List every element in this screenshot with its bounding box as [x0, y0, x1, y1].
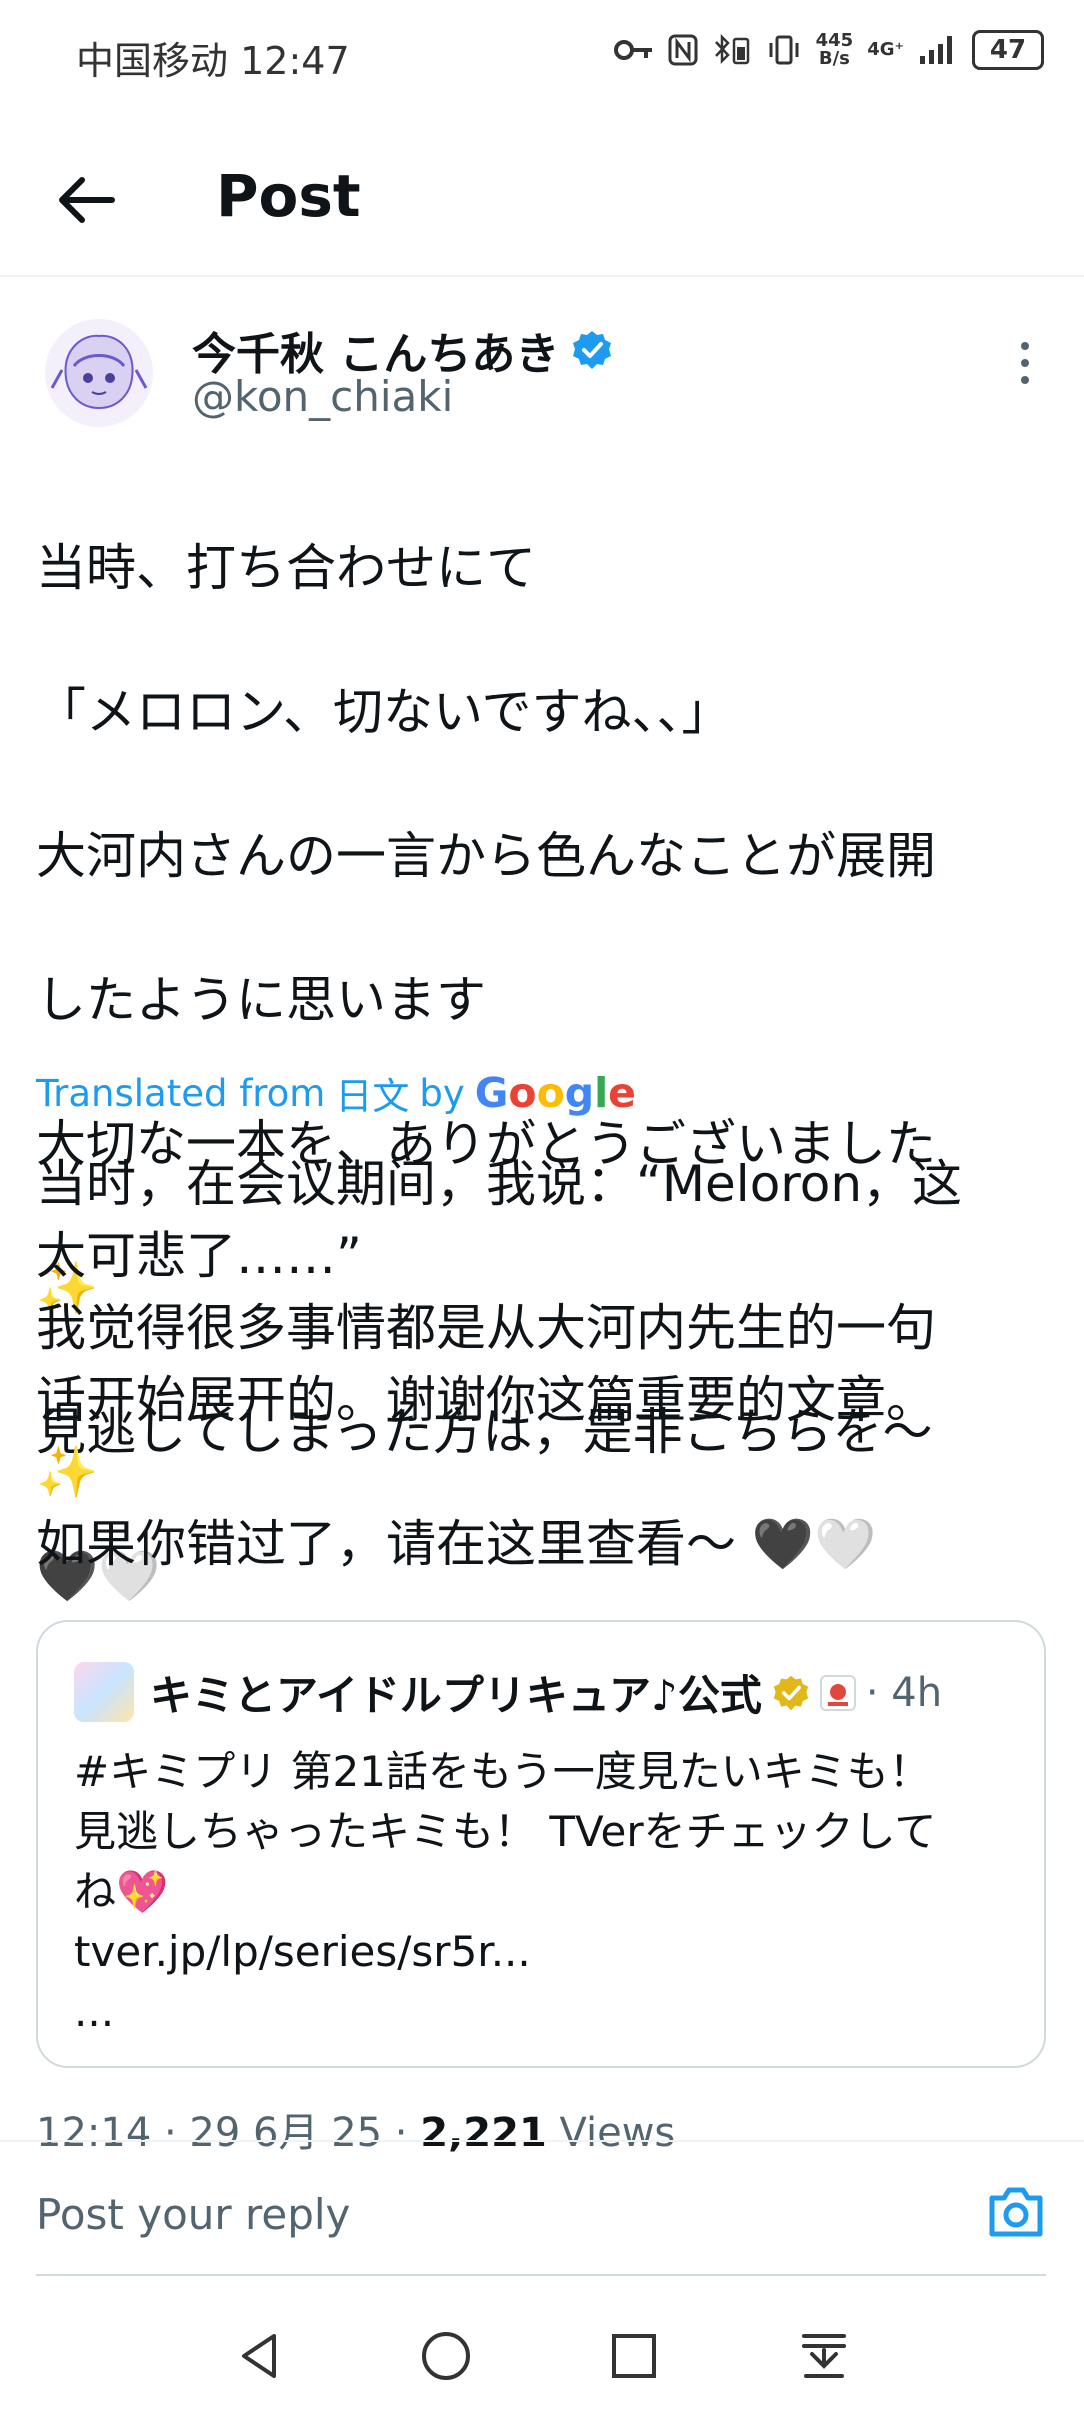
google-logo: Google: [474, 1069, 636, 1117]
quoted-author-name: キミとアイドルプリキュア♪公式: [150, 1671, 762, 1720]
verified-badge-icon: [573, 331, 612, 369]
reply-composer[interactable]: Post your reply: [36, 2150, 1046, 2276]
translation-line: 我觉得很多事情都是从大河内先生的一句: [36, 1299, 936, 1357]
affiliate-logo-icon: [819, 1674, 856, 1711]
more-vertical-icon[interactable]: [1010, 338, 1040, 388]
translation-body: 当时，在会议期间，我说：“Meloron，这 太可悲了……” 我觉得很多事情都是…: [36, 1148, 1046, 1580]
net-speed: 445 B/s: [816, 32, 854, 68]
quoted-post-body: #キミプリ 第21話をもう一度見たいキミも！ 見逃しちゃったキミも！ TVerを…: [74, 1742, 1014, 2042]
translation-line: 话开始展开的。谢谢你这篇重要的文章。: [36, 1371, 936, 1429]
translation-line: 太可悲了……”: [36, 1227, 362, 1285]
back-arrow-icon[interactable]: [52, 170, 122, 230]
page-title: Post: [216, 162, 361, 230]
nfc-icon: [668, 34, 698, 66]
network-type: 4G⁺: [867, 41, 904, 59]
translated-from-text: Translated from: [36, 1071, 326, 1115]
gold-verified-badge-icon: [773, 1675, 809, 1710]
vibrate-icon: [769, 35, 799, 65]
translation-line: 如果你错过了，请在这里查看～ 🖤🤍: [36, 1515, 877, 1573]
quoted-author-row: キミとアイドルプリキュア♪公式 · 4h: [150, 1662, 942, 1723]
carrier-label: 中国移动: [76, 39, 229, 83]
translated-by-text: by: [419, 1071, 465, 1115]
nav-home-icon[interactable]: [416, 2326, 476, 2386]
author-avatar[interactable]: [44, 318, 154, 428]
system-navigation-bar: [0, 2300, 1084, 2412]
carrier-time: 中国移动 12:47: [76, 30, 350, 85]
bluetooth-battery-icon: [714, 33, 749, 65]
quoted-ellipsis: ...: [74, 1987, 115, 2036]
battery-indicator: 47: [972, 30, 1044, 70]
nav-back-icon[interactable]: [230, 2326, 290, 2386]
tweet-line: したように思います: [36, 971, 486, 1029]
translation-label[interactable]: Translated from 日文 by Google: [36, 1066, 636, 1120]
network-label: 4G⁺: [867, 39, 904, 60]
top-app-bar: Post: [0, 130, 1084, 277]
signal-icon: [920, 36, 952, 64]
status-icons: 445 B/s 4G⁺ 47: [613, 30, 1044, 70]
translated-language: 日文: [335, 1075, 410, 1118]
quoted-post-time: · 4h: [865, 1669, 943, 1716]
avatar-illustration: [45, 319, 153, 427]
quoted-post-card[interactable]: キミとアイドルプリキュア♪公式 · 4h #キミプリ 第21話をもう一度見たいキ…: [36, 1620, 1046, 2068]
tweet-line: 当時、打ち合わせにて: [36, 539, 536, 597]
tweet-line: 大河内さんの一言から色んなことが展開: [36, 827, 936, 885]
clock: 12:47: [240, 39, 350, 83]
translation-line: 当时，在会议期间，我说：“Meloron，这: [36, 1155, 963, 1213]
quoted-line: 見逃しちゃったキミも！ TVerをチェックして: [74, 1807, 937, 1856]
net-speed-unit: B/s: [818, 48, 850, 69]
nav-menu-icon[interactable]: [794, 2326, 854, 2386]
quoted-account-avatar: [74, 1662, 134, 1722]
quoted-line: #キミプリ 第21話をもう一度見たいキミも！: [74, 1747, 931, 1796]
author-handle[interactable]: @kon_chiaki: [192, 372, 453, 421]
key-icon: [613, 40, 652, 60]
quoted-line: ね💖: [74, 1867, 169, 1916]
tweet-line: 「メロロン、切ないですね、、」: [36, 683, 732, 741]
battery-level: 47: [989, 35, 1027, 65]
quoted-link: tver.jp/lp/series/sr5r...: [74, 1927, 531, 1976]
divider: [0, 2140, 1084, 2142]
camera-icon[interactable]: [986, 2184, 1046, 2240]
reply-input[interactable]: Post your reply: [36, 2190, 350, 2239]
nav-recents-icon[interactable]: [604, 2326, 664, 2386]
status-bar: 中国移动 12:47 445 B/s 4G⁺ 47: [0, 0, 1084, 110]
sparkles-emoji: ✨: [36, 1443, 99, 1501]
